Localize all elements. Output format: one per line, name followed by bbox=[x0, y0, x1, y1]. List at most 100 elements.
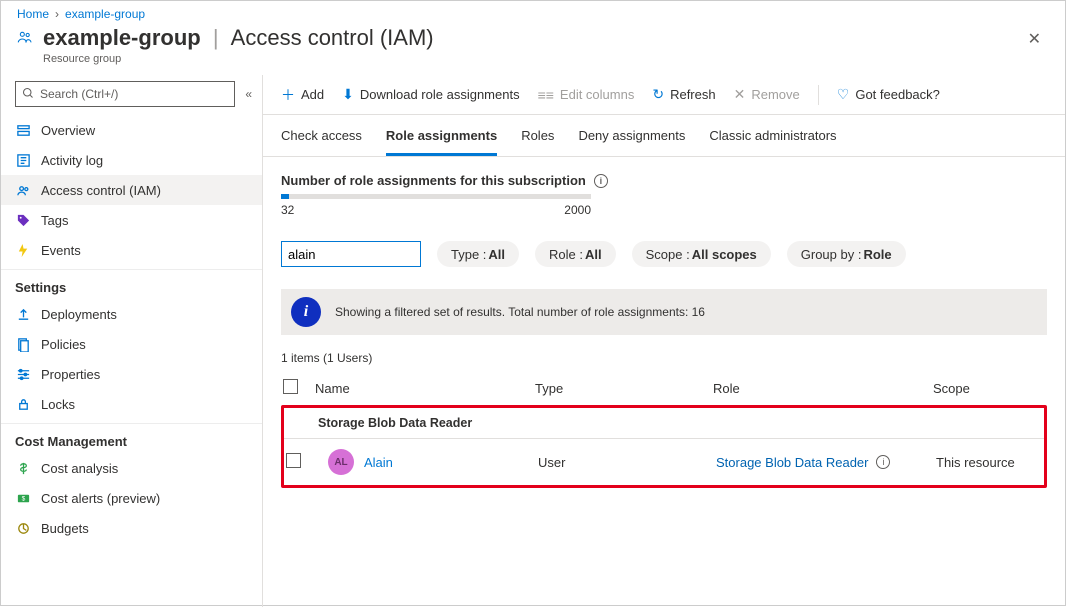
filter-role[interactable]: Role : All bbox=[535, 241, 616, 267]
tab-check-access[interactable]: Check access bbox=[281, 118, 362, 156]
search-placeholder: Search (Ctrl+/) bbox=[40, 87, 118, 101]
columns-icon: ≡≡ bbox=[538, 87, 554, 103]
sidebar-item-access-control[interactable]: Access control (IAM) bbox=[1, 175, 262, 205]
sidebar-item-policies[interactable]: Policies bbox=[1, 329, 262, 359]
filter-groupby[interactable]: Group by : Role bbox=[787, 241, 906, 267]
breadcrumb-group[interactable]: example-group bbox=[65, 7, 145, 21]
sidebar-item-label: Activity log bbox=[41, 153, 103, 168]
search-icon bbox=[22, 87, 34, 102]
role-group-header: Storage Blob Data Reader bbox=[284, 408, 1044, 439]
assignment-count-bar bbox=[281, 194, 591, 199]
lock-icon bbox=[15, 396, 31, 412]
budget-icon bbox=[15, 520, 31, 536]
sidebar-item-tags[interactable]: Tags bbox=[1, 205, 262, 235]
tab-deny-assignments[interactable]: Deny assignments bbox=[578, 118, 685, 156]
assignment-count-title: Number of role assignments for this subs… bbox=[281, 173, 1047, 188]
refresh-icon: ↻ bbox=[652, 86, 664, 103]
plus-icon: ＋ bbox=[281, 85, 295, 105]
sidebar-item-label: Locks bbox=[41, 397, 75, 412]
page-title: example-group | Access control (IAM) bbox=[43, 25, 434, 51]
props-icon bbox=[15, 366, 31, 382]
title-page: Access control (IAM) bbox=[231, 25, 434, 50]
info-icon[interactable]: i bbox=[594, 174, 608, 188]
log-icon bbox=[15, 152, 31, 168]
column-scope[interactable]: Scope bbox=[933, 381, 1047, 396]
filter-scope[interactable]: Scope : All scopes bbox=[632, 241, 771, 267]
banner-text: Showing a filtered set of results. Total… bbox=[335, 305, 705, 319]
sidebar-item-properties[interactable]: Properties bbox=[1, 359, 262, 389]
sidebar-item-label: Cost analysis bbox=[41, 461, 118, 476]
column-name[interactable]: Name bbox=[315, 381, 535, 396]
sidebar-item-cost-analysis[interactable]: Cost analysis bbox=[1, 453, 262, 483]
sidebar-item-label: Properties bbox=[41, 367, 100, 382]
breadcrumb: Home › example-group bbox=[1, 1, 1065, 25]
results-summary: 1 items (1 Users) bbox=[281, 351, 1047, 365]
highlighted-results: Storage Blob Data Reader AL Alain User S… bbox=[281, 405, 1047, 488]
refresh-button[interactable]: ↻Refresh bbox=[652, 86, 715, 103]
collapse-sidebar-button[interactable]: « bbox=[245, 87, 252, 101]
filter-results-banner: i Showing a filtered set of results. Tot… bbox=[281, 289, 1047, 335]
feedback-button[interactable]: ♡Got feedback? bbox=[837, 86, 940, 103]
row-role-link[interactable]: Storage Blob Data Reader bbox=[716, 455, 868, 470]
select-all-checkbox[interactable] bbox=[283, 379, 298, 394]
filter-type[interactable]: Type : All bbox=[437, 241, 519, 267]
edit-columns-button[interactable]: ≡≡Edit columns bbox=[538, 87, 635, 103]
cost-icon bbox=[15, 460, 31, 476]
sidebar-item-cost-alerts[interactable]: $ Cost alerts (preview) bbox=[1, 483, 262, 513]
sidebar-item-budgets[interactable]: Budgets bbox=[1, 513, 262, 543]
remove-icon: ✕ bbox=[734, 86, 746, 103]
page-subtitle: Resource group bbox=[43, 53, 434, 65]
sidebar-item-label: Events bbox=[41, 243, 81, 258]
sidebar-item-label: Deployments bbox=[41, 307, 117, 322]
people-icon bbox=[17, 29, 33, 45]
sidebar-item-locks[interactable]: Locks bbox=[1, 389, 262, 419]
tag-icon bbox=[15, 212, 31, 228]
column-role[interactable]: Role bbox=[713, 381, 933, 396]
overview-icon bbox=[15, 122, 31, 138]
add-button[interactable]: ＋Add bbox=[281, 85, 324, 105]
tab-bar: Check access Role assignments Roles Deny… bbox=[263, 115, 1065, 157]
sidebar-item-overview[interactable]: Overview bbox=[1, 115, 262, 145]
table-row: AL Alain User Storage Blob Data Reader i… bbox=[284, 439, 1044, 485]
table-header: Name Type Role Scope bbox=[281, 373, 1047, 403]
remove-button[interactable]: ✕Remove bbox=[734, 86, 800, 103]
sidebar-item-label: Policies bbox=[41, 337, 86, 352]
sidebar-item-label: Overview bbox=[41, 123, 95, 138]
row-user-link[interactable]: Alain bbox=[364, 455, 393, 470]
filter-bar: Type : All Role : All Scope : All scopes… bbox=[281, 241, 1047, 267]
sidebar-item-label: Tags bbox=[41, 213, 68, 228]
info-icon: i bbox=[291, 297, 321, 327]
alert-icon: $ bbox=[15, 490, 31, 506]
command-bar: ＋Add ⬇Download role assignments ≡≡Edit c… bbox=[263, 75, 1065, 115]
breadcrumb-home[interactable]: Home bbox=[17, 7, 49, 21]
assignment-count-current: 32 bbox=[281, 203, 294, 217]
svg-text:$: $ bbox=[21, 495, 25, 502]
events-icon bbox=[15, 242, 31, 258]
row-checkbox[interactable] bbox=[286, 453, 301, 468]
download-icon: ⬇ bbox=[342, 86, 354, 103]
sidebar-item-label: Budgets bbox=[41, 521, 89, 536]
close-button[interactable]: ✕ bbox=[1020, 25, 1049, 53]
info-icon[interactable]: i bbox=[876, 455, 890, 469]
filter-search-input[interactable] bbox=[281, 241, 421, 267]
column-type[interactable]: Type bbox=[535, 381, 713, 396]
tab-classic-admins[interactable]: Classic administrators bbox=[709, 118, 836, 156]
toolbar-divider bbox=[818, 85, 819, 105]
search-input[interactable]: Search (Ctrl+/) bbox=[15, 81, 235, 107]
policy-icon bbox=[15, 336, 31, 352]
tab-role-assignments[interactable]: Role assignments bbox=[386, 118, 497, 156]
sidebar-section-settings: Settings bbox=[1, 269, 262, 299]
sidebar-item-label: Access control (IAM) bbox=[41, 183, 161, 198]
download-button[interactable]: ⬇Download role assignments bbox=[342, 86, 519, 103]
row-type: User bbox=[538, 455, 716, 470]
sidebar-section-cost: Cost Management bbox=[1, 423, 262, 453]
sidebar-item-activity-log[interactable]: Activity log bbox=[1, 145, 262, 175]
main-content: ＋Add ⬇Download role assignments ≡≡Edit c… bbox=[263, 75, 1065, 607]
tab-roles[interactable]: Roles bbox=[521, 118, 554, 156]
title-resource: example-group bbox=[43, 25, 201, 50]
sidebar-item-deployments[interactable]: Deployments bbox=[1, 299, 262, 329]
avatar: AL bbox=[328, 449, 354, 475]
people-icon bbox=[15, 182, 31, 198]
sidebar-item-events[interactable]: Events bbox=[1, 235, 262, 265]
row-scope: This resource bbox=[936, 455, 1044, 470]
